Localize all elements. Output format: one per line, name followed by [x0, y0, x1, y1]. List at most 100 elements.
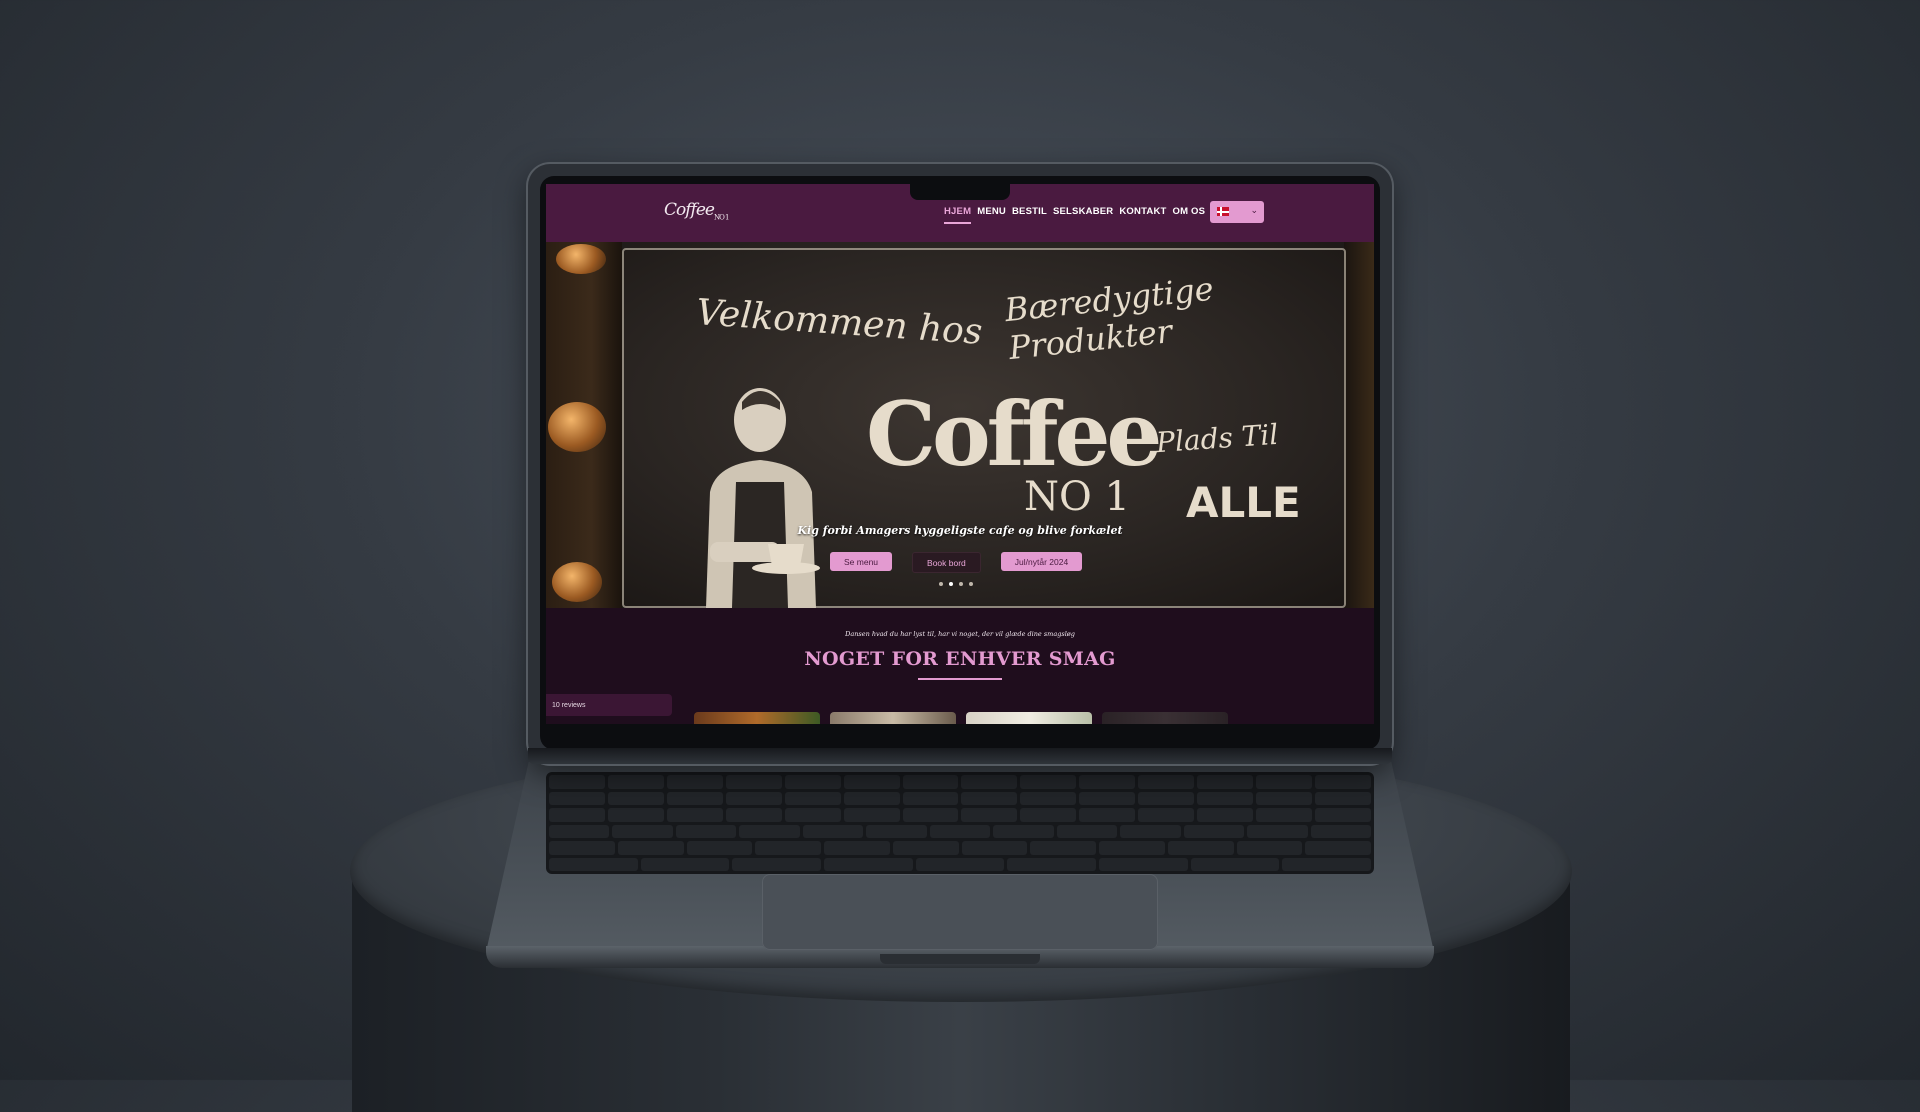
product-card[interactable] — [966, 712, 1092, 724]
keyboard-key — [1120, 824, 1181, 838]
keyboard-key — [1305, 841, 1371, 855]
laptop-hinge — [528, 748, 1392, 764]
website-screen: CoffeeNO 1 HJEM MENU BESTIL SELSKABER KO… — [546, 184, 1374, 724]
product-card[interactable] — [1102, 712, 1228, 724]
slider-dots — [939, 582, 973, 586]
danish-flag-icon — [1217, 207, 1229, 216]
slider-dot[interactable] — [969, 582, 973, 586]
lamp-icon — [556, 244, 606, 274]
keyboard-key — [902, 808, 959, 822]
nav-om-os[interactable]: OM OS — [1173, 206, 1206, 217]
keyboard-key — [1183, 824, 1245, 838]
keyboard-key — [1099, 857, 1188, 871]
keyboard-key — [961, 808, 1018, 822]
keyboard-key — [755, 841, 821, 855]
nav-menu[interactable]: MENU — [977, 206, 1006, 217]
section-divider — [918, 678, 1002, 680]
keyboard-row — [549, 791, 1371, 805]
keyboard-key — [1020, 808, 1077, 822]
keyboard-key — [1079, 808, 1136, 822]
keyboard-key — [1099, 841, 1165, 855]
hero-tagline: Kig forbi Amagers hyggeligste cafe og bl… — [797, 524, 1123, 537]
keyboard-key — [1190, 857, 1280, 871]
lamp-icon — [552, 562, 602, 602]
keyboard-key — [843, 775, 900, 789]
se-menu-button[interactable]: Se menu — [830, 552, 893, 571]
keyboard-key — [1197, 791, 1254, 805]
keyboard-key — [1197, 775, 1254, 789]
keyboard-key — [1079, 791, 1136, 805]
keyboard-key — [843, 791, 900, 805]
keyboard-key — [666, 775, 723, 789]
hero-banner: Velkommen hos Bæredygtige Produkter Coff… — [546, 242, 1374, 608]
keyboard-key — [686, 841, 753, 855]
reviews-badge[interactable]: 10 reviews — [546, 694, 672, 716]
chalk-all: ALLE — [1186, 478, 1301, 527]
keyboard-key — [784, 791, 841, 805]
keyboard-key — [1197, 808, 1254, 822]
keyboard-key — [1056, 824, 1118, 838]
keyboard-key — [1138, 775, 1195, 789]
slider-dot-active[interactable] — [949, 582, 953, 586]
keyboard-key — [675, 824, 737, 838]
keyboard-key — [1020, 791, 1077, 805]
nav-bestil[interactable]: BESTIL — [1012, 206, 1047, 217]
laptop-notch — [880, 954, 1040, 964]
keyboard-key — [607, 791, 664, 805]
lamp-icon — [548, 402, 606, 452]
keyboard-key — [802, 824, 864, 838]
keyboard-key — [1256, 775, 1312, 789]
keyboard-key — [824, 841, 890, 855]
keyboard-row — [549, 824, 1372, 838]
keyboard-key — [725, 808, 782, 822]
book-bord-button[interactable]: Book bord — [912, 552, 981, 573]
site-logo[interactable]: CoffeeNO 1 — [664, 200, 729, 221]
chalk-no1: NO 1 — [1024, 474, 1130, 520]
keyboard-row — [549, 857, 1372, 871]
product-card[interactable] — [694, 712, 820, 724]
jul-nytaar-button[interactable]: Jul/nytår 2024 — [1000, 552, 1083, 571]
hero-buttons: Se menu Book bord Jul/nytår 2024 — [830, 552, 1083, 573]
keyboard-key — [549, 824, 610, 838]
chevron-down-icon: ⌄ — [1250, 205, 1258, 215]
keyboard-key — [1256, 808, 1312, 822]
keyboard-key — [549, 841, 615, 855]
language-select[interactable]: ⌄ — [1210, 201, 1264, 223]
keyboard-key — [961, 775, 1018, 789]
section-title: NOGET FOR ENHVER SMAG — [804, 648, 1116, 670]
keyboard-key — [1314, 808, 1371, 822]
keyboard-key — [961, 791, 1018, 805]
keyboard-key — [640, 857, 730, 871]
keyboard-key — [732, 857, 822, 871]
product-card[interactable] — [830, 712, 956, 724]
trackpad — [762, 874, 1158, 950]
keyboard-key — [549, 857, 638, 871]
nav-kontakt[interactable]: KONTAKT — [1119, 206, 1166, 217]
keyboard-key — [993, 824, 1054, 838]
slider-dot[interactable] — [939, 582, 943, 586]
keyboard-key — [1020, 775, 1077, 789]
keyboard-row — [549, 808, 1371, 822]
keyboard-key — [902, 775, 959, 789]
taste-section: Dansen hvad du har lyst til, har vi noge… — [546, 608, 1374, 724]
nav-hjem[interactable]: HJEM — [944, 206, 972, 224]
hero-left-wall — [546, 242, 622, 608]
keyboard-key — [666, 791, 723, 805]
keyboard — [546, 772, 1374, 874]
keyboard-key — [1079, 775, 1136, 789]
keyboard-key — [739, 824, 800, 838]
keyboard-key — [607, 808, 664, 822]
keyboard-key — [843, 808, 900, 822]
nav-selskaber[interactable]: SELSKABER — [1053, 206, 1113, 217]
slider-dot[interactable] — [959, 582, 963, 586]
keyboard-key — [1007, 857, 1097, 871]
keyboard-key — [866, 824, 927, 838]
keyboard-key — [1314, 791, 1371, 805]
keyboard-key — [549, 808, 605, 822]
keyboard-key — [902, 791, 959, 805]
keyboard-key — [607, 775, 664, 789]
keyboard-row — [549, 775, 1371, 789]
keyboard-key — [824, 857, 913, 871]
keyboard-key — [1236, 841, 1303, 855]
keyboard-key — [961, 841, 1028, 855]
